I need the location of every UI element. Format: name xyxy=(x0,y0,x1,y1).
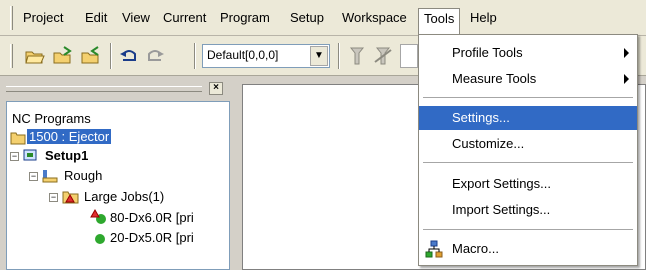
setup-icon xyxy=(22,148,40,164)
program-icon xyxy=(94,233,106,245)
nc-programs-tree[interactable]: NC Programs 1500 : Ejector − Setup1 − Ro… xyxy=(6,101,230,270)
folder-open-icon xyxy=(10,131,26,145)
menu-item-import-settings[interactable]: Import Settings... xyxy=(419,198,637,222)
workplane-combo[interactable]: Default[0,0,0] ▼ xyxy=(202,44,330,68)
menu-tools-label: Tools xyxy=(424,11,455,26)
menu-item-label: Import Settings... xyxy=(452,202,551,217)
menu-setup-label: Setup xyxy=(290,10,324,25)
panel-splitter[interactable] xyxy=(232,78,242,270)
menu-item-label: Settings... xyxy=(452,110,510,125)
menu-item-export-settings[interactable]: Export Settings... xyxy=(419,172,637,196)
menu-project[interactable]: Project xyxy=(18,8,68,30)
menu-item-label: Macro... xyxy=(452,241,499,256)
toolbar-separator xyxy=(194,43,196,69)
panel-header: × xyxy=(6,82,226,96)
tree-item-program-1[interactable]: 80-Dx6.0R [pri xyxy=(110,210,194,225)
menu-project-label: Project xyxy=(23,10,64,25)
menu-item-label: Profile Tools xyxy=(452,45,523,60)
menu-separator xyxy=(423,229,633,230)
menu-separator xyxy=(423,162,633,163)
dropdown-arrow-icon[interactable]: ▼ xyxy=(310,46,328,66)
redo-icon[interactable] xyxy=(144,45,166,67)
menu-current-label: Current xyxy=(163,10,207,25)
collapse-icon[interactable]: − xyxy=(29,172,38,181)
menu-item-measure-tools[interactable]: Measure Tools xyxy=(419,67,637,91)
menu-view[interactable]: View xyxy=(117,8,155,30)
menu-item-label: Customize... xyxy=(452,136,525,151)
tree-title: NC Programs xyxy=(12,111,91,126)
export-icon[interactable] xyxy=(80,45,102,67)
menu-item-profile-tools[interactable]: Profile Tools xyxy=(419,41,637,65)
rough-icon xyxy=(41,168,59,184)
tree-item-setup1[interactable]: Setup1 xyxy=(45,148,88,163)
menu-help[interactable]: Help xyxy=(465,8,502,30)
menu-workspace-label: Workspace xyxy=(342,10,407,25)
menu-program[interactable]: Program xyxy=(215,8,275,30)
menu-item-settings[interactable]: Settings... xyxy=(419,106,637,130)
undo-icon[interactable] xyxy=(118,45,140,67)
warning-folder-icon xyxy=(62,189,80,205)
collapse-icon[interactable]: − xyxy=(10,152,19,161)
tree-item-rough[interactable]: Rough xyxy=(64,168,102,183)
toolbar-separator xyxy=(338,43,340,69)
menu-separator xyxy=(423,97,633,98)
menu-program-label: Program xyxy=(220,10,270,25)
menu-edit[interactable]: Edit xyxy=(80,8,112,30)
menubar-grip[interactable] xyxy=(10,6,13,30)
menu-workspace[interactable]: Workspace xyxy=(337,8,412,30)
menu-bar: Project Edit View Current Program Setup … xyxy=(0,0,646,36)
menu-item-customize[interactable]: Customize... xyxy=(419,132,637,156)
tools-menu: Profile Tools Measure Tools Settings... … xyxy=(418,34,638,266)
menu-item-label: Measure Tools xyxy=(452,71,537,86)
menu-help-label: Help xyxy=(470,10,497,25)
menu-view-label: View xyxy=(122,10,150,25)
menu-item-macro[interactable]: Macro... xyxy=(419,237,637,261)
toolbar-separator xyxy=(110,43,112,69)
tool-icon[interactable] xyxy=(346,45,368,67)
menu-setup[interactable]: Setup xyxy=(285,8,329,30)
import-icon[interactable] xyxy=(52,45,74,67)
workplane-combo-value: Default[0,0,0] xyxy=(207,48,279,62)
close-icon[interactable]: × xyxy=(209,82,223,95)
tree-item-large-jobs[interactable]: Large Jobs(1) xyxy=(84,189,164,204)
tool-settings-icon[interactable] xyxy=(372,45,394,67)
open-folder-icon[interactable] xyxy=(24,45,46,67)
tree-item-program-2[interactable]: 20-Dx5.0R [pri xyxy=(110,230,194,245)
menu-tools[interactable]: Tools xyxy=(418,8,461,34)
collapse-icon[interactable]: − xyxy=(49,193,58,202)
tree-item-ejector[interactable]: 1500 : Ejector xyxy=(27,129,112,144)
submenu-arrow-icon xyxy=(624,74,629,84)
macro-icon xyxy=(425,240,443,258)
toolbar-field[interactable] xyxy=(400,44,418,68)
nc-programs-panel: × NC Programs 1500 : Ejector − Setup1 − … xyxy=(0,78,232,270)
panel-grip[interactable] xyxy=(6,86,202,92)
menu-item-label: Export Settings... xyxy=(452,176,551,191)
toolbar-grip[interactable] xyxy=(10,44,13,68)
menu-edit-label: Edit xyxy=(85,10,108,25)
program-warning-icon xyxy=(90,208,108,225)
submenu-arrow-icon xyxy=(624,48,629,58)
menu-current[interactable]: Current xyxy=(158,8,211,30)
